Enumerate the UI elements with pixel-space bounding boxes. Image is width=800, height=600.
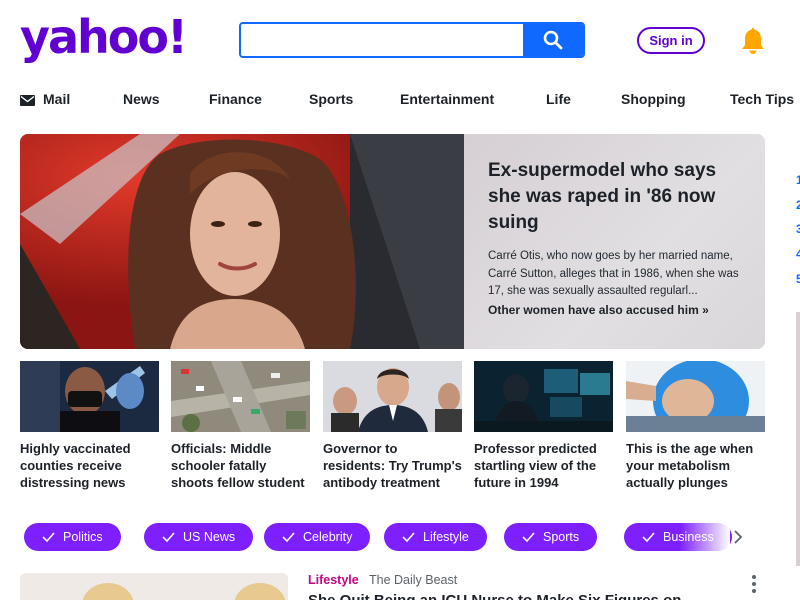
check-icon	[162, 532, 175, 542]
main-nav: Mail News Finance Sports Entertainment L…	[20, 90, 800, 110]
feed-item-source: The Daily Beast	[369, 573, 458, 587]
hero-title[interactable]: Ex-supermodel who says she was raped in …	[488, 158, 743, 236]
trending-number: 5	[796, 272, 800, 286]
story-image	[171, 361, 310, 432]
feed-item-image[interactable]	[20, 573, 288, 600]
topic-pill-label: Politics	[63, 530, 103, 544]
search-bar	[239, 22, 585, 58]
nav-sports[interactable]: Sports	[309, 90, 353, 108]
story-image	[626, 361, 765, 432]
story-title[interactable]: This is the age when your metabolism act…	[626, 440, 765, 491]
trending-number: 3	[796, 222, 800, 236]
search-button[interactable]	[523, 24, 583, 56]
mail-icon	[20, 95, 35, 106]
nav-finance[interactable]: Finance	[209, 90, 262, 108]
right-rail-ad[interactable]	[796, 312, 800, 566]
check-icon	[522, 532, 535, 542]
story-title[interactable]: Highly vaccinated counties receive distr…	[20, 440, 159, 491]
sign-in-button[interactable]: Sign in	[637, 27, 705, 54]
yahoo-logo[interactable]: yahoo!	[20, 14, 188, 60]
hero-text-panel: Ex-supermodel who says she was raped in …	[464, 134, 765, 349]
topics-next-button[interactable]	[733, 530, 743, 549]
nav-news[interactable]: News	[123, 90, 160, 108]
bell-icon	[742, 28, 764, 54]
search-icon	[543, 30, 563, 50]
story-image	[20, 361, 159, 432]
topic-pill-sports[interactable]: Sports	[504, 523, 598, 551]
story-title[interactable]: Governor to residents: Try Trump's antib…	[323, 440, 462, 491]
trending-number: 1	[796, 173, 800, 187]
topic-pill-label: Sports	[543, 530, 580, 544]
check-icon	[402, 532, 415, 542]
chevron-right-icon	[734, 530, 743, 544]
notifications-button[interactable]	[739, 26, 767, 61]
search-input[interactable]	[241, 24, 523, 56]
topic-pill-celebrity[interactable]: Celebrity	[264, 523, 371, 551]
topic-pill-us-news[interactable]: US News	[144, 523, 254, 551]
story-card[interactable]: Officials: Middle schooler fatally shoot…	[171, 361, 310, 491]
nav-tech-tips[interactable]: Tech Tips	[730, 90, 794, 108]
story-title[interactable]: Officials: Middle schooler fatally shoot…	[171, 440, 310, 491]
hero-image	[20, 134, 464, 349]
more-vertical-icon	[752, 575, 756, 593]
feed-item-title[interactable]: She Quit Being an ICU Nurse to Make Six …	[308, 592, 681, 600]
story-card[interactable]: Professor predicted startling view of th…	[474, 361, 613, 491]
nav-entertainment[interactable]: Entertainment	[400, 90, 494, 108]
trending-number: 2	[796, 198, 800, 212]
trending-number: 4	[796, 247, 800, 261]
topic-pill-politics[interactable]: Politics	[24, 523, 121, 551]
story-card[interactable]: This is the age when your metabolism act…	[626, 361, 765, 491]
story-card[interactable]: Governor to residents: Try Trump's antib…	[323, 361, 462, 491]
topic-pill-label: Lifestyle	[423, 530, 469, 544]
feed-item-menu-button[interactable]	[750, 574, 758, 599]
hero-description: Carré Otis, who now goes by her married …	[488, 250, 739, 297]
nav-shopping[interactable]: Shopping	[621, 90, 686, 108]
story-image	[474, 361, 613, 432]
topic-pill-lifestyle[interactable]: Lifestyle	[384, 523, 487, 551]
topic-pill-label: Celebrity	[303, 530, 353, 544]
hero-story[interactable]: Ex-supermodel who says she was raped in …	[20, 134, 765, 349]
topic-pill-label: US News	[183, 530, 236, 544]
story-image	[323, 361, 462, 432]
story-title[interactable]: Professor predicted startling view of th…	[474, 440, 613, 491]
nav-mail[interactable]: Mail	[20, 90, 70, 108]
feed-item-category[interactable]: Lifestyle	[308, 573, 359, 587]
check-icon	[42, 532, 55, 542]
pill-fade-overlay	[680, 519, 730, 555]
check-icon	[642, 532, 655, 542]
hero-related-link[interactable]: Other women have also accused him »	[488, 303, 743, 317]
nav-mail-label: Mail	[43, 91, 71, 107]
story-card[interactable]: Highly vaccinated counties receive distr…	[20, 361, 159, 491]
check-icon	[282, 532, 295, 542]
nav-life[interactable]: Life	[546, 90, 571, 108]
